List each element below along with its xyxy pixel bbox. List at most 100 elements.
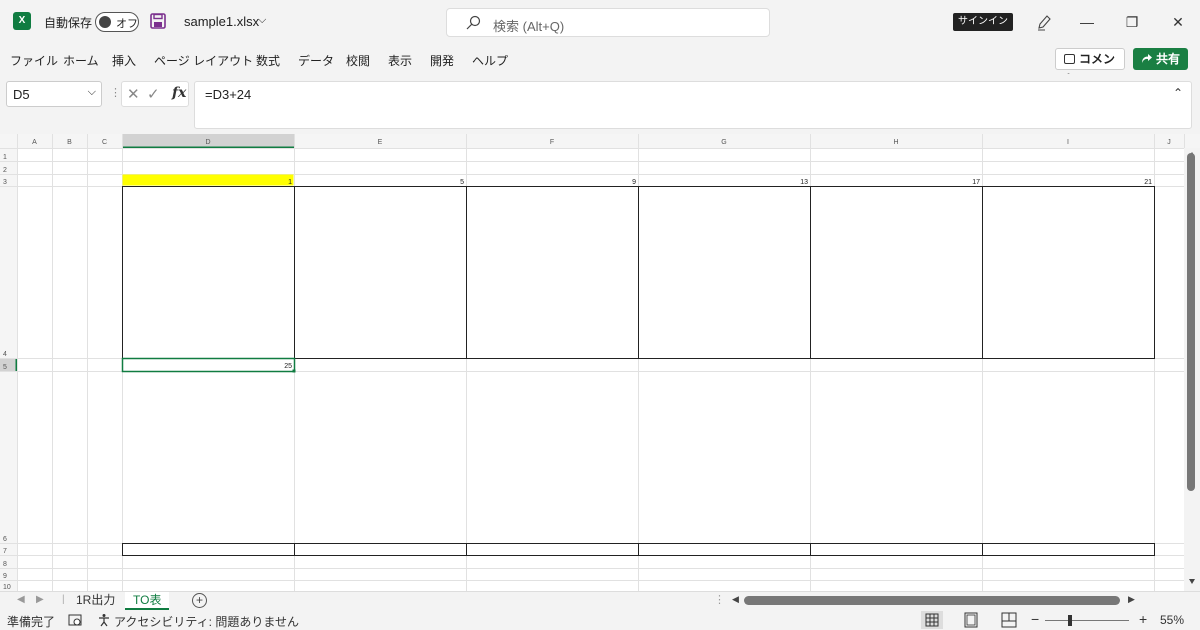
cell-f7[interactable] [466, 543, 639, 556]
accessibility-icon[interactable] [97, 613, 111, 627]
sheet-tab-2[interactable]: TO表 [125, 592, 170, 610]
cell-e3: 5 [460, 179, 464, 186]
add-sheet-button[interactable]: + [192, 593, 207, 608]
enter-icon[interactable]: ✓ [147, 85, 160, 103]
scroll-right-icon[interactable]: ▶ [1128, 594, 1135, 605]
cell-g3: 13 [800, 179, 808, 186]
zoom-out-button[interactable]: − [1031, 611, 1039, 627]
menu-help[interactable]: ヘルプ [472, 52, 508, 69]
column-header-a: A [32, 139, 37, 146]
active-cell[interactable] [121, 357, 296, 373]
name-box[interactable]: D5 ⌵ [6, 81, 102, 107]
cell-i7[interactable] [982, 543, 1155, 556]
menu-developer[interactable]: 開発 [430, 52, 454, 69]
column-header-j: J [1167, 139, 1171, 146]
cell-f4[interactable] [466, 186, 639, 359]
autosave-label: 自動保存 [44, 16, 93, 30]
cell-g4[interactable] [638, 186, 811, 359]
autosave-toggle[interactable]: オフ [95, 12, 139, 32]
tab-ellipsis-icon: | [62, 594, 65, 605]
column-header-f: F [550, 139, 554, 146]
cell-d5: 25 [284, 363, 292, 370]
restore-button[interactable]: ❐ [1122, 12, 1142, 32]
menu-review[interactable]: 校閲 [346, 52, 370, 69]
horizontal-scrollbar[interactable] [744, 596, 1120, 605]
menu-insert[interactable]: 挿入 [112, 52, 136, 69]
zoom-slider[interactable] [1045, 620, 1129, 621]
cell-d7[interactable] [122, 543, 295, 556]
cell-e7[interactable] [294, 543, 467, 556]
chevron-down-icon[interactable]: ⌵ [88, 86, 96, 99]
more-options-icon[interactable]: ⋮ [110, 86, 121, 99]
comment-icon [1064, 54, 1075, 64]
zoom-in-button[interactable]: + [1139, 611, 1147, 627]
zoom-level[interactable]: 55% [1160, 613, 1184, 627]
tab-splitter[interactable]: ⋮ [714, 593, 725, 606]
zoom-slider-thumb[interactable] [1068, 615, 1073, 626]
menu-view[interactable]: 表示 [388, 52, 412, 69]
pen-icon[interactable] [1036, 13, 1052, 31]
row-header-8: 8 [3, 561, 7, 568]
menu-file[interactable]: ファイル [10, 52, 58, 69]
collapse-formula-icon[interactable]: ⌃ [1173, 86, 1183, 100]
row-header-10: 10 [3, 584, 11, 591]
save-icon[interactable] [150, 13, 166, 29]
tab-next-icon[interactable]: ▶ [36, 594, 44, 605]
search-input[interactable]: 検索 (Alt+Q) [446, 8, 770, 37]
cell-i4[interactable] [982, 186, 1155, 359]
formula-text: =D3+24 [205, 87, 252, 102]
menu-data[interactable]: データ [298, 52, 334, 69]
chevron-down-icon[interactable]: ⌵ [258, 14, 266, 27]
scroll-left-icon[interactable]: ◀ [732, 594, 739, 605]
spreadsheet-grid[interactable]: A B C D E F G H I J 1 2 3 4 5 6 7 8 9 10 1 5 9 13 17 21 25 [0, 134, 1200, 591]
cell-h4[interactable] [810, 186, 983, 359]
filename[interactable]: sample1.xlsx [184, 14, 259, 29]
normal-view-button[interactable] [921, 611, 943, 629]
column-header-g: G [721, 139, 726, 146]
share-label: 共有 [1156, 52, 1181, 66]
cell-e4[interactable] [294, 186, 467, 359]
excel-icon[interactable]: X [13, 12, 31, 30]
comment-button[interactable]: コメント [1055, 48, 1125, 86]
formula-buttons: ✕ ✓ fx [121, 81, 189, 107]
cell-d3: 1 [288, 179, 292, 186]
formula-input[interactable]: =D3+24 ⌃ [194, 81, 1192, 129]
name-box-value: D5 [13, 87, 30, 102]
vertical-scrollbar-thumb[interactable] [1187, 153, 1195, 491]
menu-bar: ファイル ホーム 挿入 ページ レイアウト 数式 データ 校閲 表示 開発 ヘル… [0, 44, 1200, 74]
signin-button[interactable]: サインイン [953, 13, 1013, 31]
tab-prev-icon[interactable]: ◀ [17, 594, 25, 605]
column-header-c: C [102, 139, 107, 146]
column-header-i: I [1067, 139, 1069, 146]
formula-bar: D5 ⌵ ⋮ ✕ ✓ fx =D3+24 ⌃ [0, 74, 1200, 134]
page-layout-view-button[interactable] [960, 611, 982, 629]
cell-f3: 9 [632, 179, 636, 186]
menu-formulas[interactable]: 数式 [256, 52, 280, 69]
row-header-7: 7 [3, 548, 7, 555]
fill-handle[interactable] [292, 369, 296, 373]
close-button[interactable]: ✕ [1168, 12, 1188, 32]
autosave-state: オフ [116, 18, 138, 30]
minimize-button[interactable]: — [1077, 12, 1097, 32]
page-break-view-button[interactable] [998, 611, 1020, 629]
ready-status: 準備完了 [7, 615, 56, 629]
search-icon [466, 15, 481, 30]
grid-canvas[interactable]: A B C D E F G H I J 1 2 3 4 5 6 7 8 9 10 1 5 9 13 17 21 25 [0, 134, 1200, 591]
cell-d3-highlight[interactable] [122, 174, 294, 186]
insert-function-icon[interactable]: fx [172, 85, 186, 101]
column-header-h: H [893, 139, 898, 146]
cell-h7[interactable] [810, 543, 983, 556]
menu-home[interactable]: ホーム [63, 52, 99, 69]
macro-icon[interactable] [68, 613, 82, 627]
share-icon [1142, 54, 1152, 63]
menu-page-layout[interactable]: ページ レイアウト [154, 52, 253, 69]
title-bar: X 自動保存 オフ sample1.xlsx ⌵ 検索 (Alt+Q) サインイ… [0, 0, 1200, 44]
sheet-tab-1[interactable]: 1R出力 [68, 592, 123, 610]
cell-d4[interactable] [122, 186, 295, 359]
cancel-icon[interactable]: ✕ [127, 85, 140, 103]
share-button[interactable]: 共有 [1133, 48, 1188, 70]
sheet-tab-bar: ◀ ▶ | 1R出力 TO表 + ⋮ ◀ ▶ [0, 591, 1200, 610]
cell-g7[interactable] [638, 543, 811, 556]
row-header-4: 4 [3, 351, 7, 358]
accessibility-status[interactable]: アクセシビリティ: 問題ありません [114, 613, 299, 630]
